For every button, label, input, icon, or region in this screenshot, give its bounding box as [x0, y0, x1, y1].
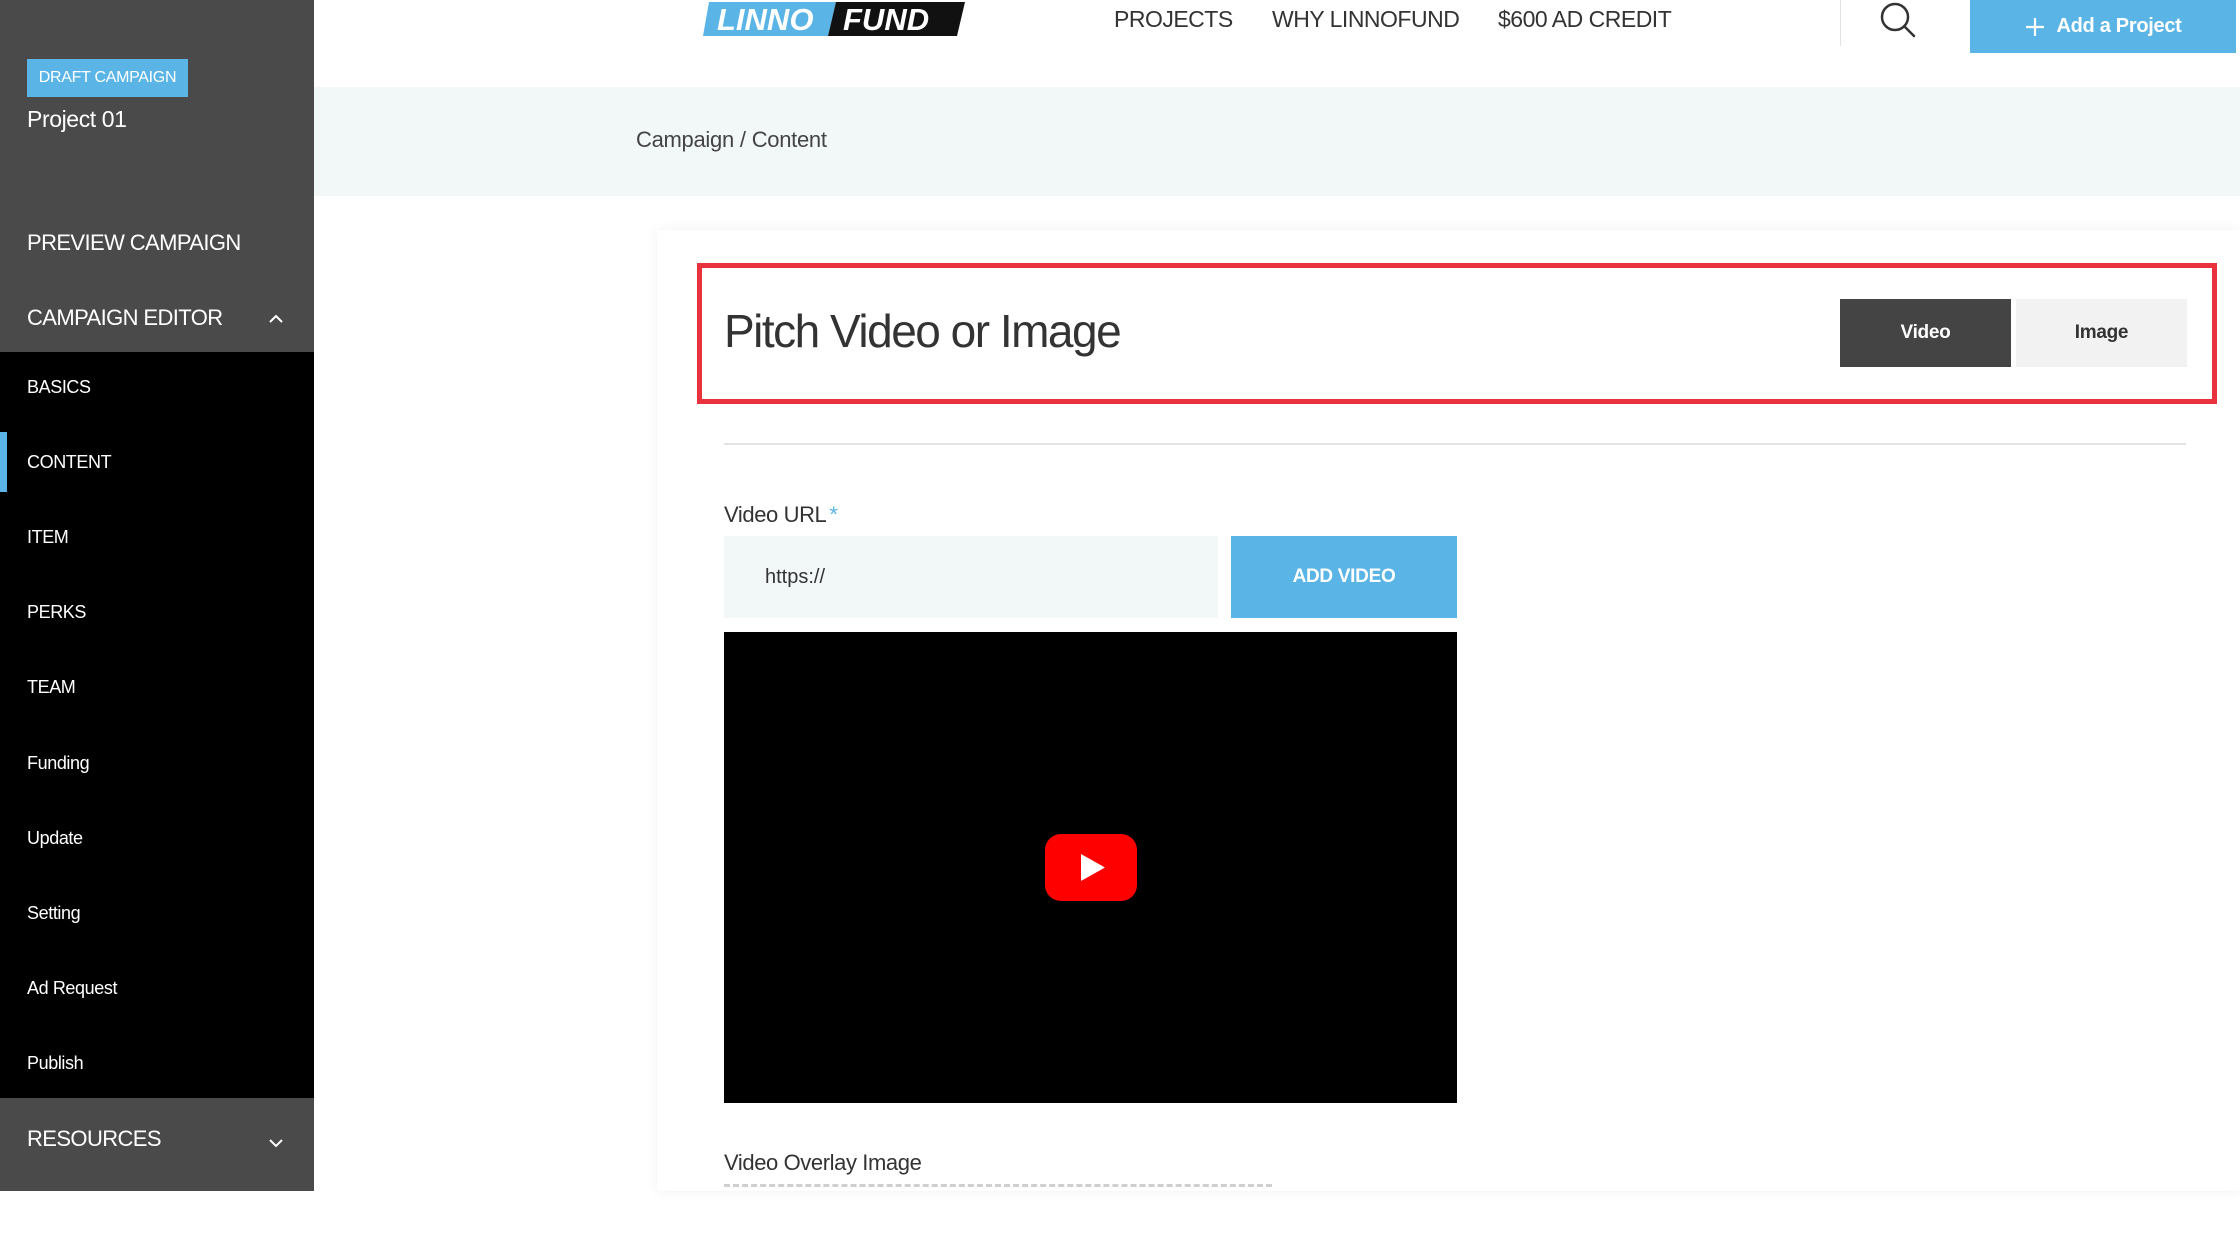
chevron-up-icon[interactable]	[266, 309, 286, 329]
breadcrumb-separator: /	[739, 127, 746, 152]
plus-icon	[2026, 17, 2045, 36]
logo-text-left: LINNO	[717, 2, 813, 37]
sidebar-campaign-panel: DRAFT CAMPAIGN Project 01 PREVIEW CAMPAI…	[0, 0, 314, 352]
breadcrumb: Campaign / Content	[636, 127, 827, 153]
overlay-image-dropzone[interactable]	[724, 1184, 1272, 1191]
sidebar-item-basics[interactable]: BASICS	[0, 367, 314, 407]
sidebar-item-ad-request[interactable]: Ad Request	[0, 968, 314, 1008]
campaign-editor-toggle[interactable]: CAMPAIGN EDITOR	[27, 305, 223, 331]
sidebar-item-item[interactable]: ITEM	[0, 517, 314, 557]
required-mark: *	[829, 502, 838, 527]
resources-label: RESOURCES	[27, 1126, 162, 1151]
sidebar-item-team[interactable]: TEAM	[0, 667, 314, 707]
nav-divider	[1840, 0, 1841, 46]
sidebar-item-update[interactable]: Update	[0, 818, 314, 858]
sidebar-item-funding[interactable]: Funding	[0, 743, 314, 783]
linnofund-logo[interactable]: LINNO FUND	[703, 0, 965, 40]
video-url-label: Video URL *	[724, 502, 838, 528]
video-url-input[interactable]	[724, 536, 1218, 618]
tab-image[interactable]: Image	[2016, 299, 2187, 367]
page-title: Pitch Video or Image	[724, 305, 1122, 357]
sidebar-item-publish[interactable]: Publish	[0, 1043, 314, 1083]
resources-toggle[interactable]: RESOURCES	[0, 1098, 314, 1191]
breadcrumb-campaign[interactable]: Campaign	[636, 127, 734, 152]
nav-ad-credit[interactable]: $600 AD CREDIT	[1498, 6, 1672, 33]
sidebar-item-setting[interactable]: Setting	[0, 893, 314, 933]
sidebar-item-content[interactable]: CONTENT	[0, 432, 314, 492]
sidebar-item-perks[interactable]: PERKS	[0, 592, 314, 632]
sidebar: DRAFT CAMPAIGN Project 01 PREVIEW CAMPAI…	[0, 0, 314, 1191]
chevron-down-icon[interactable]	[266, 1133, 286, 1153]
search-icon[interactable]	[1878, 0, 1918, 40]
tab-video[interactable]: Video	[1840, 299, 2011, 367]
draft-campaign-badge: DRAFT CAMPAIGN	[27, 59, 188, 97]
video-url-label-text: Video URL	[724, 502, 827, 527]
section-divider	[724, 443, 2186, 445]
project-name: Project 01	[27, 106, 127, 132]
nav-why-linnofund[interactable]: WHY LINNOFUND	[1272, 6, 1460, 33]
breadcrumb-band: Campaign / Content	[314, 87, 2240, 196]
video-overlay-label: Video Overlay Image	[724, 1150, 922, 1175]
logo-text-right: FUND	[843, 2, 929, 37]
preview-campaign-link[interactable]: PREVIEW CAMPAIGN	[27, 230, 241, 256]
youtube-play-icon[interactable]	[1045, 834, 1137, 901]
add-video-button[interactable]: ADD VIDEO	[1231, 536, 1457, 618]
add-project-button[interactable]: Add a Project	[1970, 0, 2236, 53]
breadcrumb-content: Content	[751, 127, 827, 152]
nav-projects[interactable]: PROJECTS	[1114, 6, 1233, 33]
video-player[interactable]	[724, 632, 1457, 1103]
add-project-label: Add a Project	[2056, 15, 2182, 37]
